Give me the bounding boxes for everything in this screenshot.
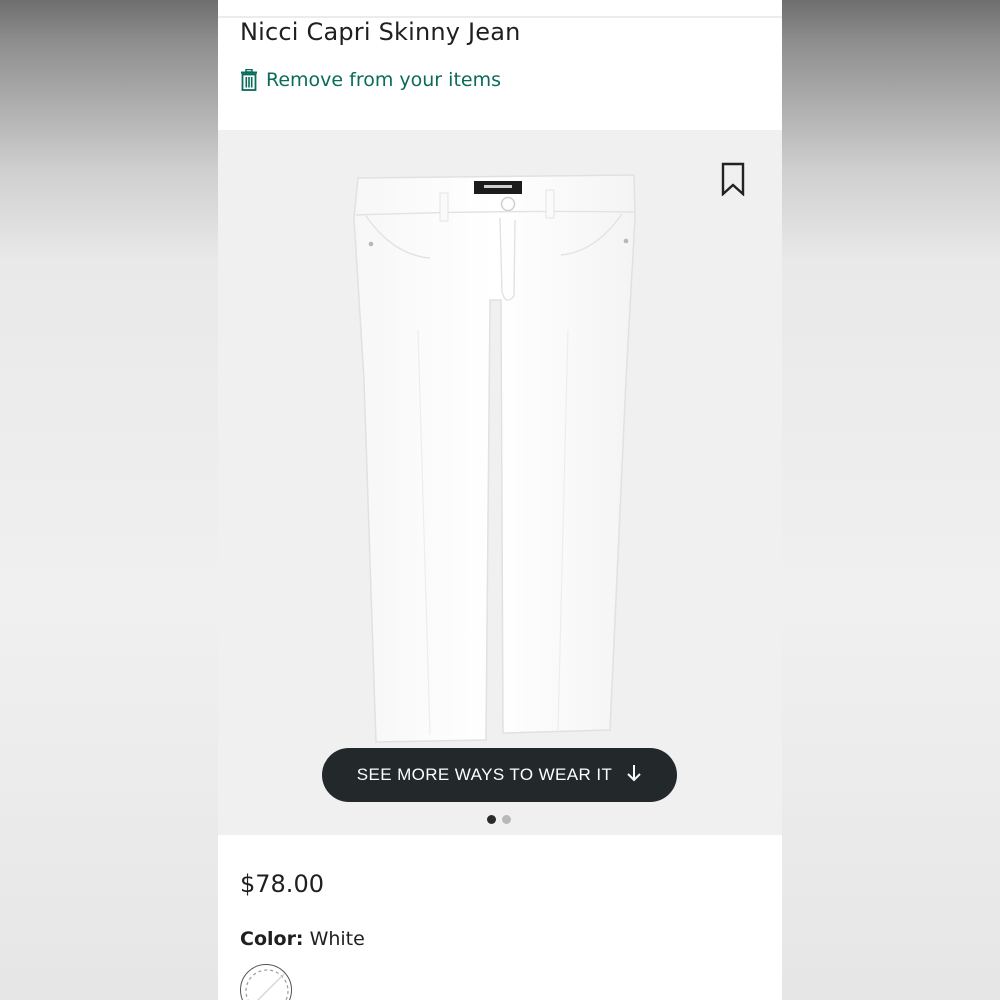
trash-icon [240,69,258,91]
product-image-gallery[interactable]: SEE MORE WAYS TO WEAR IT [218,130,782,835]
product-title: Nicci Capri Skinny Jean [240,18,521,46]
remove-label: Remove from your items [266,69,501,91]
carousel-dot-1[interactable] [487,815,496,824]
bookmark-button[interactable] [718,161,748,197]
remove-from-items-link[interactable]: Remove from your items [240,66,501,94]
carousel-dots [487,815,511,824]
see-more-ways-button[interactable]: SEE MORE WAYS TO WEAR IT [322,748,677,802]
color-value: White [309,928,365,950]
color-row: Color: White [240,928,365,950]
product-image [353,174,636,743]
arrow-down-icon [626,764,642,787]
see-more-label: SEE MORE WAYS TO WEAR IT [356,765,613,784]
product-screen: Nicci Capri Skinny Jean Remove from your… [218,0,782,1000]
bookmark-icon [721,162,745,196]
product-price: $78.00 [240,870,324,898]
white-swatch-icon [245,969,289,1000]
color-swatch-white[interactable] [240,964,292,1000]
color-label: Color: [240,928,304,950]
carousel-dot-2[interactable] [502,815,511,824]
